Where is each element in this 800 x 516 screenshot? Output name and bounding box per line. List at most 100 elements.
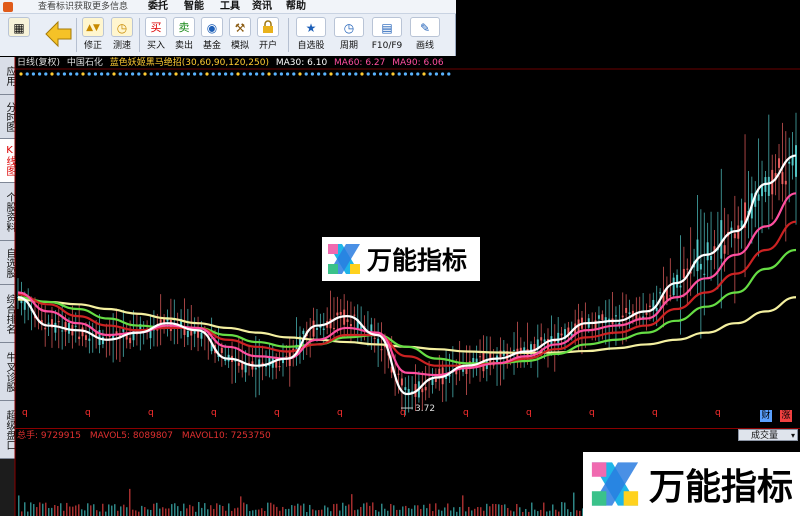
signal-dot [286,72,290,76]
volume-bar [357,509,359,516]
sell-button[interactable]: 卖 卖出 [170,16,198,54]
candle-body [693,261,696,268]
candle-body [190,328,193,336]
menu-news[interactable]: 资讯 [252,0,272,14]
signal-dot [38,72,42,76]
candle-body [200,332,203,339]
speed-test-button[interactable]: ◷ 测速 [108,16,136,54]
volume-bar [375,510,377,516]
back-arrow-button[interactable] [44,18,74,50]
volume-bar [327,507,329,516]
fund-button[interactable]: ◉ 基金 [198,16,226,54]
volume-bar [303,503,305,516]
open-account-button[interactable]: 开户 [254,16,282,54]
lock-icon [257,17,279,37]
candle-body [30,309,33,312]
candle-body [312,320,315,337]
volume-bar [309,504,311,516]
stock-list-button[interactable]: ▦ [4,16,34,54]
volume-bar [261,508,263,516]
toolbar-separator [76,18,77,52]
tab-apps[interactable]: 应用 [0,57,15,95]
signal-dot [224,72,228,76]
candle-body [713,246,716,253]
candle-body [557,332,560,343]
ma30-value: MA30: 6.10 [275,58,328,68]
volume-bar [414,505,416,516]
fund-icon: ◉ [201,17,223,37]
tab-super-quote[interactable]: 超级盘口 [0,401,15,459]
candle-body [139,324,142,331]
volume-bar [21,511,23,516]
volume-bar [45,502,47,516]
candle-body [346,319,349,322]
volume-bar [72,506,74,516]
candle-body [298,336,301,349]
menu-delegate[interactable]: 委托 [148,0,168,14]
tab-diagnosis[interactable]: 牛叉诊股 [0,343,15,401]
candle-body [781,172,784,185]
period-button[interactable]: ◷ 周期 [332,16,366,54]
fix-button[interactable]: ▲▼ 修正 [79,16,107,54]
candle-body [193,329,196,334]
candle-body [108,333,111,337]
tab-watchlist[interactable]: 自选股 [0,241,15,285]
volume-bar [81,509,83,516]
candle-body [156,324,159,331]
buy-button[interactable]: 买 买入 [142,16,170,54]
period-label[interactable]: 日线(复权) [17,58,60,68]
volume-bar [222,506,224,516]
info-message[interactable]: 查看标识获取更多信息 [38,0,128,14]
volume-bar [576,510,578,516]
tab-kline[interactable]: K线图 [0,139,15,183]
volume-bar [39,502,41,516]
f10-button[interactable]: ▤ F10/F9 [368,16,406,54]
signal-dot [137,72,141,76]
indicator-name[interactable]: 蓝色妖姬黑马绝招(30,60,90,120,250) [110,58,269,68]
volume-bar [117,510,119,516]
simulate-button[interactable]: ⚒ 模拟 [226,16,254,54]
candle-body [50,319,53,328]
volume-bar [420,508,422,516]
volume-bar [477,507,479,516]
tab-stock-info[interactable]: 个股资料 [0,183,15,241]
menu-tools[interactable]: 工具 [220,0,240,14]
candle-body [122,328,125,332]
candle-body [360,323,363,329]
candle-body [465,367,468,374]
signal-dot [279,72,283,76]
volume-bar [321,509,323,516]
volume-bar [363,503,365,516]
volume-bar [114,504,116,516]
signal-dot [56,72,60,76]
candle-body [74,325,77,327]
menu-smart[interactable]: 智能 [184,0,204,14]
draw-line-button[interactable]: ✎ 画线 [408,16,442,54]
volume-bar [33,504,35,516]
tab-intraday[interactable]: 分时图 [0,95,15,139]
candle-body [750,193,753,219]
candle-body [61,330,64,332]
signal-dot [50,72,54,76]
signal-dot [304,72,308,76]
volume-bar [138,511,140,516]
volume-bar [366,502,368,516]
finance-badge[interactable]: 财 [760,410,772,422]
indicator-select[interactable]: 成交量 ▾ [738,429,798,441]
candle-body [540,337,543,341]
stock-name: 中国石化 [66,58,103,68]
signal-dot [205,72,209,76]
limit-up-badge[interactable]: 涨 [780,410,792,422]
tab-ranking[interactable]: 综合排名 [0,285,15,343]
volume-bar [213,508,215,516]
volume-bar [336,503,338,516]
volume-bar [474,508,476,516]
watchlist-button[interactable]: ★ 自选股 [293,16,329,54]
menu-help[interactable]: 帮助 [286,0,306,14]
volume-bar [195,511,197,516]
candle-body [258,359,261,368]
volume-bar [276,506,278,516]
volume-bar [402,506,404,516]
signal-dot [410,72,414,76]
candle-body [23,300,26,310]
